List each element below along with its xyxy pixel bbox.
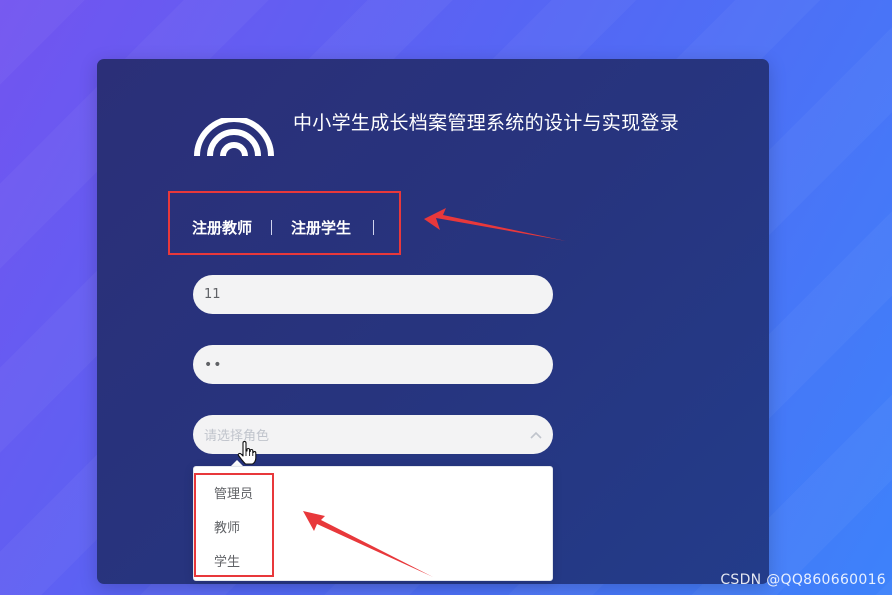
chevron-up-icon[interactable] — [530, 431, 542, 439]
username-field[interactable] — [193, 275, 553, 314]
password-input[interactable] — [204, 356, 542, 373]
page-title: 中小学生成长档案管理系统的设计与实现登录 — [293, 112, 680, 134]
watermark: CSDN @QQ860660016 — [720, 572, 886, 588]
highlight-box-tabs — [168, 191, 401, 255]
hand-pointer-icon — [237, 441, 257, 465]
username-input[interactable] — [204, 287, 542, 302]
wifi-arcs-logo — [194, 118, 274, 157]
password-field[interactable] — [193, 345, 553, 384]
highlight-box-options — [194, 473, 274, 577]
